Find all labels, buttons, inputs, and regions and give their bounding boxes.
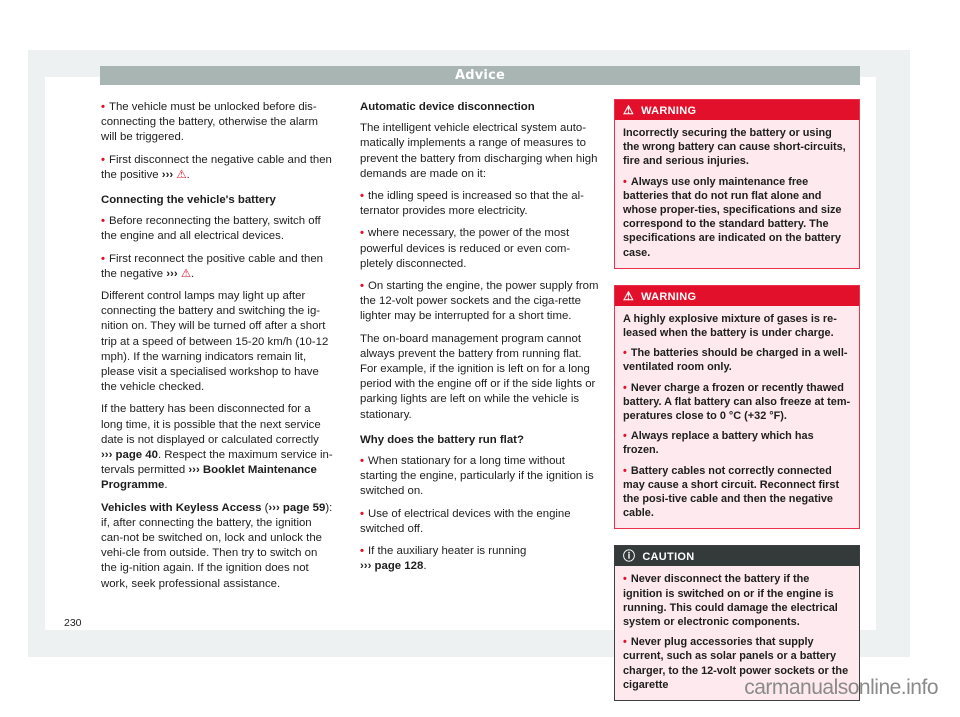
list-item: First disconnect the negative cable and … bbox=[101, 153, 333, 183]
bullet-text: If the auxiliary heater is running bbox=[368, 545, 527, 558]
list-item: The batteries should be charged in a wel… bbox=[623, 346, 851, 374]
paragraph-management: The on-board management program cannot a… bbox=[360, 332, 596, 421]
warning-header: ⚠ WARNING bbox=[615, 100, 859, 120]
page-59-link[interactable]: ››› page 59 bbox=[268, 502, 325, 514]
list-item: Always use only maintenance free batteri… bbox=[623, 175, 851, 260]
page-128-link[interactable]: ››› page 128 bbox=[360, 560, 423, 572]
paragraph-service: If the battery has been disconnected for… bbox=[101, 402, 333, 493]
paragraph-text: If the battery has been disconnected for… bbox=[101, 403, 321, 446]
caution-header: ⓘ CAUTION bbox=[615, 546, 859, 567]
list-item: Never charge a frozen or recently thawed… bbox=[623, 381, 851, 424]
paragraph-keyless: Vehicles with Keyless Access (››› page 5… bbox=[101, 501, 333, 590]
reference-link[interactable]: ››› bbox=[162, 169, 173, 181]
warning-box: ⚠ WARNING A highly explosive mixture of g… bbox=[614, 284, 860, 530]
keyless-heading: Vehicles with Keyless Access bbox=[101, 501, 262, 514]
paragraph-text: . bbox=[164, 479, 168, 492]
list-item: where necessary, the power of the most p… bbox=[360, 226, 600, 272]
left-column: The vehicle must be unlocked before dis-… bbox=[101, 100, 333, 599]
section-heading: Connecting the vehicle's battery bbox=[101, 194, 276, 207]
bullet-text: First disconnect the negative cable and … bbox=[101, 153, 332, 181]
section-heading: Why does the battery run flat? bbox=[360, 433, 524, 446]
page-40-link[interactable]: ››› page 40 bbox=[101, 449, 158, 461]
caution-label: CAUTION bbox=[642, 551, 695, 564]
list-item: Battery cables not correctly connected m… bbox=[623, 464, 851, 521]
section-heading: Automatic device disconnection bbox=[360, 101, 535, 113]
list-item: Never disconnect the battery if the igni… bbox=[623, 572, 851, 629]
warning-icon[interactable]: ⚠ bbox=[176, 169, 186, 181]
list-item: On starting the engine, the power supply… bbox=[360, 279, 600, 325]
list-item: If the auxiliary heater is running ››› pa… bbox=[360, 544, 600, 574]
list-item: Use of electrical devices with the engin… bbox=[360, 507, 600, 537]
warning-intro: A highly explosive mixture of gases is r… bbox=[623, 312, 837, 340]
warning-box: ⚠ WARNING Incorrectly securing the batter… bbox=[614, 99, 860, 269]
punctuation: . bbox=[423, 560, 427, 573]
paragraph-intro: The intelligent vehicle electrical syste… bbox=[360, 122, 598, 180]
list-item: When stationary for a long time without … bbox=[360, 454, 600, 500]
caution-circle-icon: ⓘ bbox=[623, 549, 636, 564]
list-item: Always replace a battery which has froze… bbox=[623, 429, 851, 457]
list-item: First reconnect the positive cable and t… bbox=[101, 252, 333, 282]
paragraph-lamps: Different control lamps may light up aft… bbox=[101, 290, 329, 394]
watermark: carmanualsonline.info bbox=[744, 676, 938, 699]
list-item: The vehicle must be unlocked before dis-… bbox=[101, 100, 333, 146]
warning-header: ⚠ WARNING bbox=[615, 285, 859, 306]
reference-link[interactable]: ››› bbox=[166, 268, 177, 280]
page-number: 230 bbox=[64, 617, 82, 629]
warning-triangle-icon: ⚠ bbox=[623, 103, 635, 117]
section-header: Advice bbox=[100, 66, 860, 85]
list-item: Before reconnecting the battery, switch … bbox=[101, 214, 333, 244]
warning-label: WARNING bbox=[641, 105, 697, 117]
paragraph-text: ): if, after connecting the battery, the… bbox=[101, 501, 333, 590]
warning-label: WARNING bbox=[641, 290, 697, 303]
list-item: the idling speed is increased so that th… bbox=[360, 189, 600, 219]
warning-triangle-icon: ⚠ bbox=[623, 288, 635, 303]
middle-column: Automatic device disconnection The intel… bbox=[360, 100, 600, 581]
bullet-text: First reconnect the positive cable and t… bbox=[101, 252, 324, 280]
warning-intro: Incorrectly securing the battery or usin… bbox=[623, 127, 846, 168]
warning-icon[interactable]: ⚠ bbox=[181, 268, 191, 280]
right-column: ⚠ WARNING Incorrectly securing the batter… bbox=[614, 99, 860, 717]
warning-body: A highly explosive mixture of gases is r… bbox=[615, 306, 859, 529]
warning-body: Incorrectly securing the battery or usin… bbox=[615, 120, 859, 268]
